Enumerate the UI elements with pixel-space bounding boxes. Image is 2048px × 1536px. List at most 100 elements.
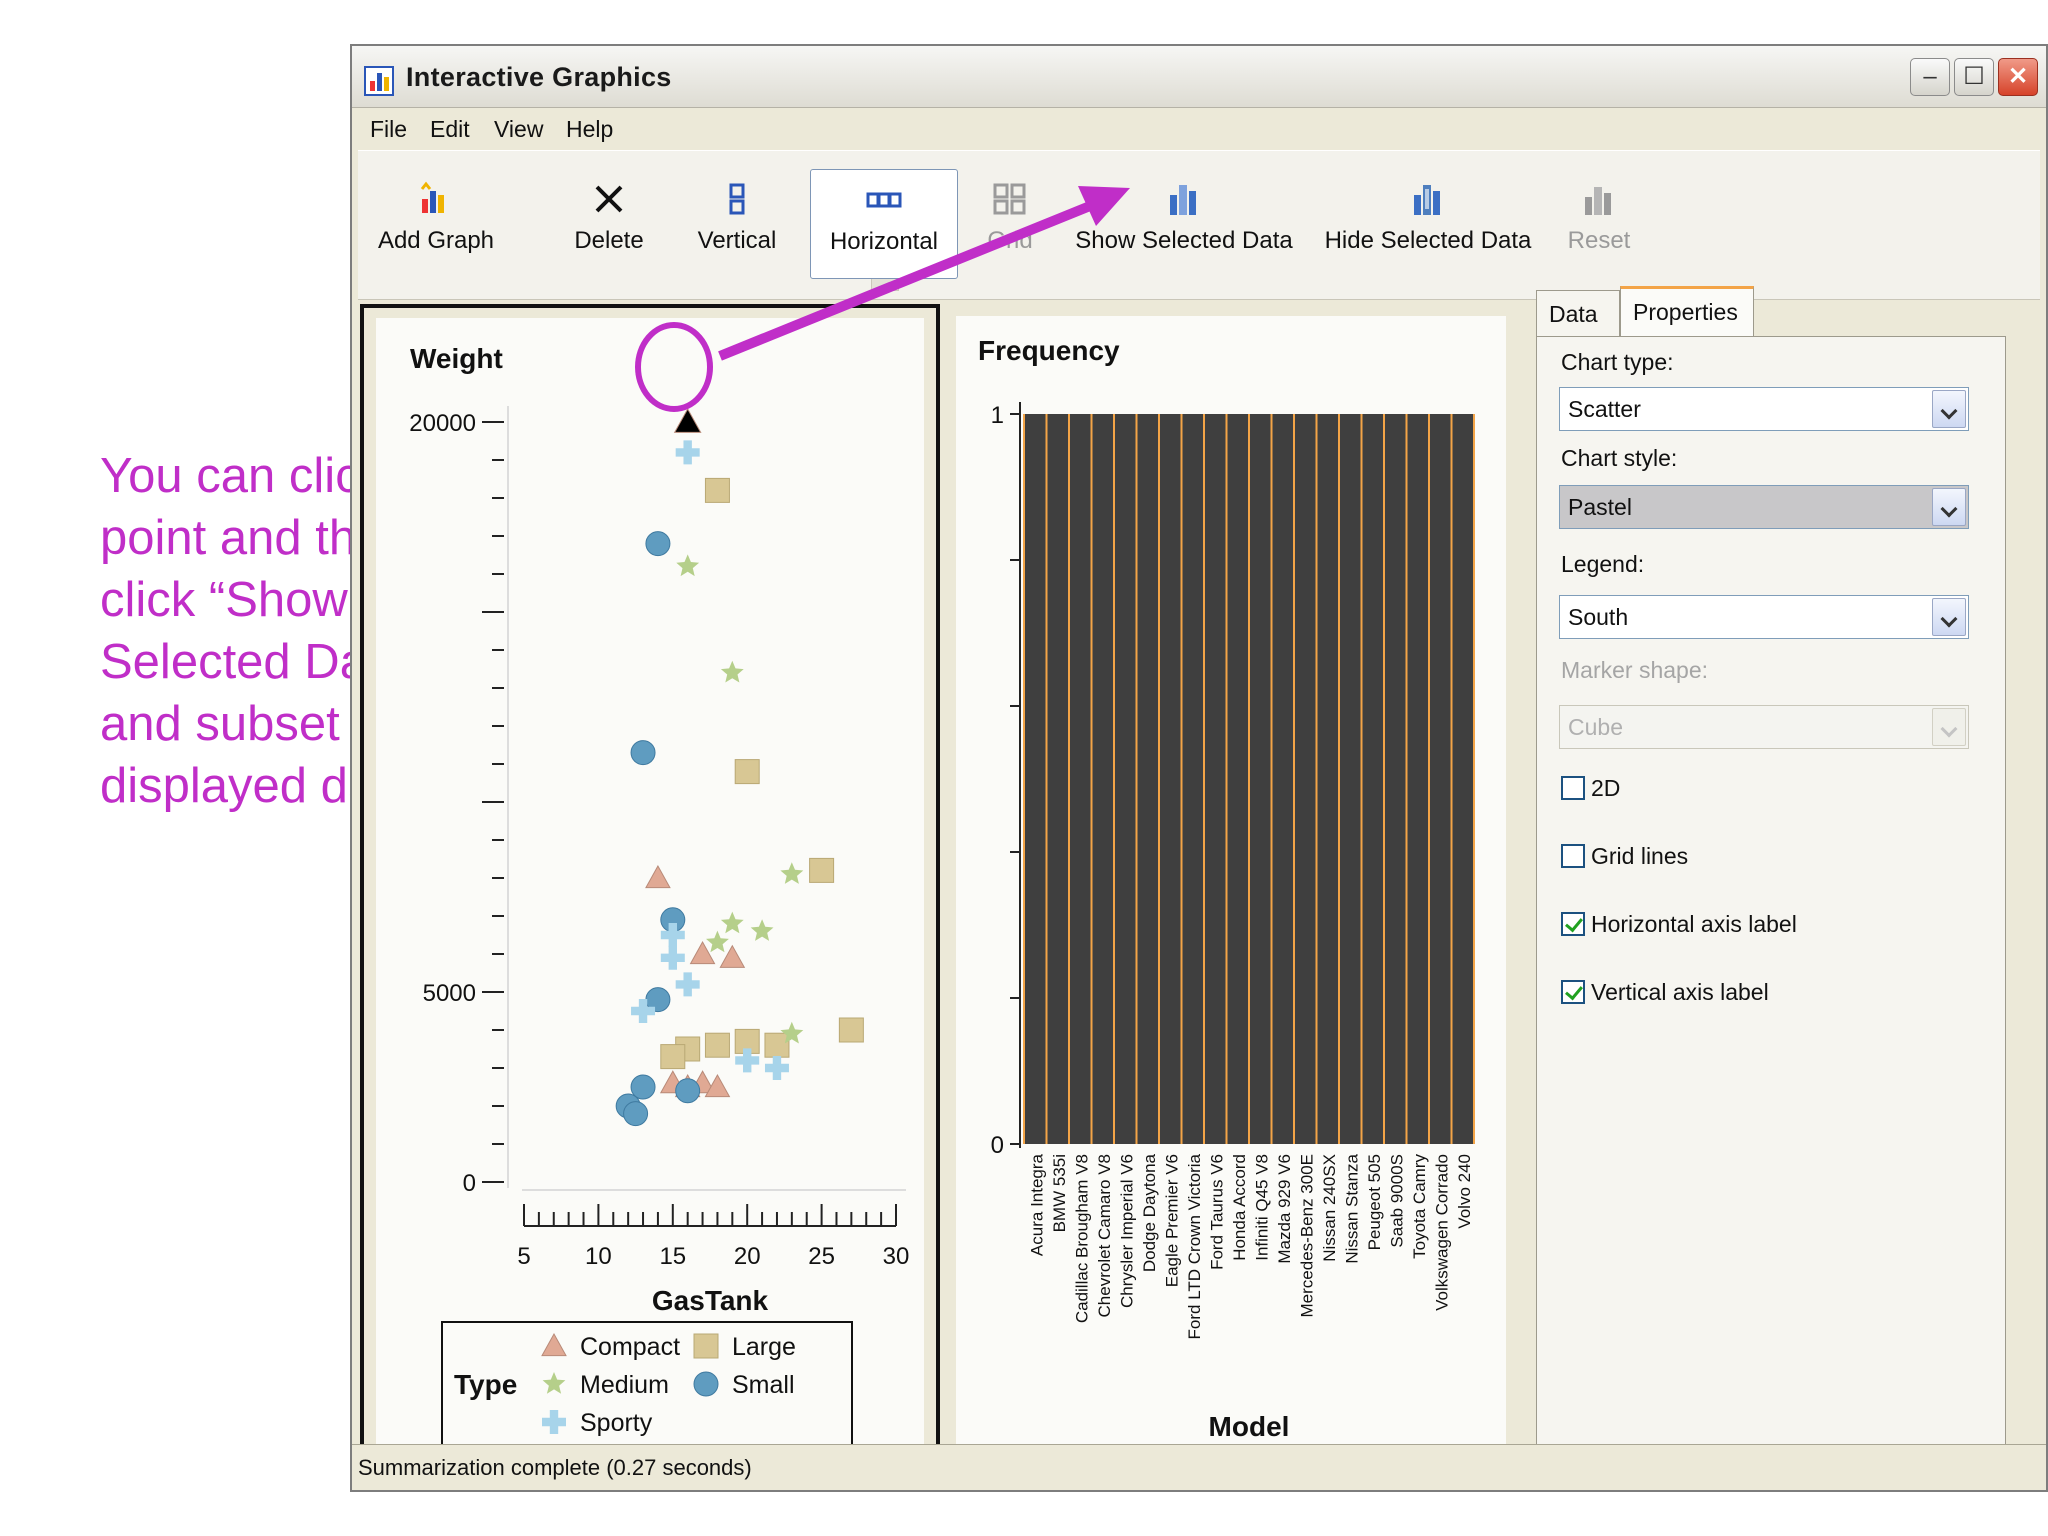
- maximize-icon[interactable]: ☐: [1954, 58, 1994, 96]
- two-d-checkbox-row[interactable]: 2D: [1561, 775, 1620, 802]
- delete-icon: [595, 185, 623, 213]
- vertical-layout-icon: [729, 183, 745, 215]
- vertical-button[interactable]: Vertical: [682, 169, 792, 279]
- scatter-point-large: [809, 857, 835, 883]
- scatter-point-medium: [720, 911, 744, 934]
- scatter-point-small: [630, 1074, 656, 1100]
- legend-select[interactable]: South: [1559, 595, 1969, 639]
- close-icon[interactable]: ✕: [1998, 58, 2038, 96]
- scatter-point-sporty: [660, 945, 685, 970]
- x-tick-label: Chevrolet Camaro V8: [1095, 1154, 1114, 1317]
- chart-type-value: Scatter: [1568, 396, 1641, 422]
- scatter-chart[interactable]: Weight 0 5000 20000 5 10 15 20 25 30 GasTank Type Co…: [376, 318, 924, 1468]
- status-bar: Summarization complete (0.27 seconds): [352, 1444, 2046, 1490]
- marker-shape-label: Marker shape:: [1561, 657, 1709, 683]
- bar: [1046, 414, 1069, 1144]
- x-tick-label: Acura Integra: [1027, 1153, 1046, 1256]
- menu-help[interactable]: Help: [566, 116, 613, 143]
- x-tick-label: Chrysler Imperial V6: [1117, 1154, 1136, 1308]
- scatter-point-large: [734, 759, 760, 785]
- scatter-plot-area: Weight 0 5000 20000 5 10 15 20 25 30 GasTank Type Co…: [376, 318, 924, 1468]
- delete-button[interactable]: Delete: [554, 169, 664, 279]
- reset-icon: [1585, 187, 1611, 215]
- horizontal-layout-icon: [866, 192, 902, 208]
- two-d-label: 2D: [1591, 775, 1621, 801]
- vertical-axis-label-checkbox[interactable]: [1561, 979, 1585, 1004]
- chevron-down-icon[interactable]: [1932, 488, 1966, 526]
- x-tick-label: Ford Taurus V6: [1207, 1154, 1226, 1270]
- x-tick-label: 20: [734, 1243, 761, 1270]
- side-tabs: Data Properties: [1536, 286, 2016, 336]
- x-axis-title: GasTank: [652, 1285, 769, 1316]
- toolbar: Add Graph Delete Vertical Horizontal Gri…: [358, 150, 2040, 300]
- selected-point: [673, 407, 702, 433]
- chart-type-select[interactable]: Scatter: [1559, 387, 1969, 431]
- legend-label-compact: Compact: [580, 1333, 680, 1361]
- x-tick-label: Volvo 240: [1455, 1154, 1474, 1229]
- chart-app-icon: [364, 66, 394, 96]
- legend-label-sporty: Sporty: [580, 1409, 653, 1437]
- scatter-point-large: [704, 477, 730, 503]
- menu-view[interactable]: View: [494, 116, 543, 143]
- chevron-down-icon[interactable]: [1932, 598, 1966, 636]
- horizontal-axis-label-checkbox-row[interactable]: Horizontal axis label: [1561, 911, 1797, 938]
- horizontal-button[interactable]: Horizontal: [810, 169, 958, 279]
- horizontal-axis-label-checkbox[interactable]: [1561, 911, 1585, 936]
- scatter-point-sporty: [764, 1056, 789, 1080]
- bar: [1181, 414, 1204, 1144]
- x-tick-label: Toyota Camry: [1410, 1154, 1429, 1259]
- x-axis-title: Model: [1209, 1411, 1290, 1442]
- title-bar: Interactive Graphics – ☐ ✕: [352, 46, 2046, 108]
- scatter-point-compact: [645, 864, 671, 889]
- scatter-point-large: [838, 1017, 864, 1043]
- tab-data[interactable]: Data: [1536, 290, 1620, 336]
- frequency-chart[interactable]: Frequency 0 1 Acura Integra BMW 535i Cadillac…: [956, 316, 1506, 1468]
- grid-lines-checkbox[interactable]: [1561, 843, 1585, 868]
- scatter-point-medium: [720, 660, 744, 683]
- x-tick-label: Honda Accord: [1230, 1154, 1249, 1261]
- vertical-axis-label-checkbox-row[interactable]: Vertical axis label: [1561, 979, 1769, 1006]
- reset-button[interactable]: Reset: [1554, 169, 1644, 279]
- chevron-down-icon[interactable]: [1932, 390, 1966, 428]
- x-tick-label: 15: [659, 1243, 686, 1270]
- window-title: Interactive Graphics: [406, 62, 672, 92]
- tab-properties[interactable]: Properties: [1620, 286, 1754, 336]
- horizontal-axis-label-text: Horizontal axis label: [1591, 911, 1797, 937]
- legend-swatch-small: [693, 1371, 719, 1397]
- chevron-down-icon[interactable]: [1932, 708, 1966, 746]
- scatter-chart-panel: Weight 0 5000 20000 5 10 15 20 25 30 GasTank Type Co…: [360, 304, 940, 1482]
- delete-label: Delete: [574, 227, 644, 254]
- marker-shape-select[interactable]: Cube: [1559, 705, 1969, 749]
- y-axis-title: Frequency: [978, 335, 1120, 366]
- scatter-point-medium: [706, 930, 729, 953]
- chart-style-label: Chart style:: [1561, 445, 1678, 471]
- vertical-label: Vertical: [697, 227, 777, 254]
- x-tick-label: 10: [585, 1243, 612, 1270]
- minimize-icon[interactable]: –: [1910, 58, 1950, 96]
- menu-edit[interactable]: Edit: [430, 116, 470, 143]
- two-d-checkbox[interactable]: [1561, 775, 1585, 800]
- chart-style-select[interactable]: Pastel: [1559, 485, 1969, 529]
- show-selected-data-button[interactable]: Show Selected Data: [1074, 169, 1294, 279]
- y-tick-label: 5000: [423, 980, 476, 1007]
- bar: [1136, 414, 1159, 1144]
- menu-bar: File Edit View Help: [352, 110, 2046, 148]
- x-tick-label: Volkswagen Corrado: [1432, 1154, 1451, 1311]
- x-tick-label: Ford LTD Crown Victoria: [1185, 1153, 1204, 1339]
- scatter-point-medium: [676, 554, 700, 577]
- app-window: Interactive Graphics – ☐ ✕ File Edit Vie…: [350, 44, 2048, 1492]
- bar: [1384, 414, 1407, 1144]
- scatter-point-sporty: [675, 972, 700, 997]
- grid-button[interactable]: Grid: [970, 169, 1050, 279]
- bar: [1249, 414, 1272, 1144]
- hide-selected-data-button[interactable]: Hide Selected Data: [1318, 169, 1538, 279]
- scatter-point-large: [660, 1044, 686, 1070]
- add-graph-button[interactable]: Add Graph: [366, 169, 506, 279]
- reset-label: Reset: [1567, 227, 1631, 254]
- grid-lines-checkbox-row[interactable]: Grid lines: [1561, 843, 1688, 870]
- scatter-point-large: [764, 1032, 790, 1058]
- menu-file[interactable]: File: [370, 116, 407, 143]
- bar: [1159, 414, 1182, 1144]
- x-tick-label: Cadillac Brougham V8: [1072, 1154, 1091, 1323]
- bar: [1294, 414, 1317, 1144]
